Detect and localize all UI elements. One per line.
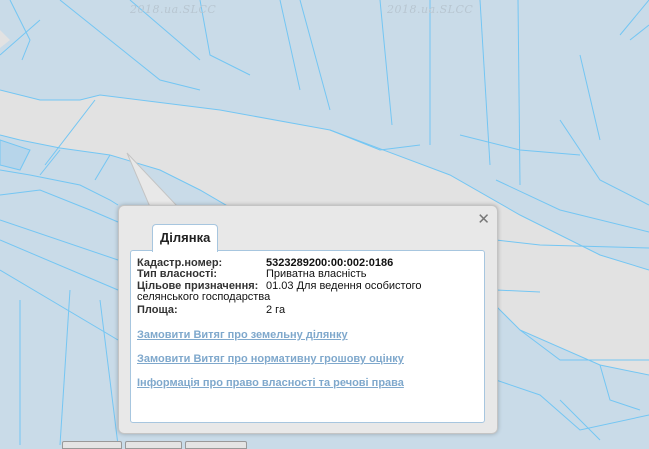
ownership-type-value: Приватна власність	[266, 268, 367, 280]
field-label: Тип власності:	[137, 268, 218, 280]
map-watermark: 2018.ua.SLCC	[387, 3, 474, 16]
ownership-rights-info-link[interactable]: Інформація про право власності та речові…	[137, 377, 404, 389]
order-valuation-extract-link[interactable]: Замовити Витяг про нормативну грошову оц…	[137, 353, 404, 365]
area-value: 2 га	[266, 304, 286, 316]
bottom-toolbar-button[interactable]	[185, 441, 247, 449]
map-watermark: 2018.ua.SLCC	[130, 3, 217, 16]
order-parcel-extract-link[interactable]: Замовити Витяг про земельну ділянку	[137, 329, 348, 341]
parcel-details-panel: Кадастр.номер: 5323289200:00:002:0186 Ти…	[130, 250, 485, 423]
bottom-toolbar-button[interactable]	[125, 441, 182, 449]
close-icon[interactable]: ✕	[477, 210, 490, 228]
bottom-toolbar-button[interactable]	[62, 441, 122, 449]
purpose-value: 01.03 Для ведення особистого селянського…	[137, 280, 422, 303]
field-label: Площа:	[137, 304, 178, 316]
parcel-info-popup: ✕ Ділянка Кадастр.номер: 5323289200:00:0…	[118, 205, 498, 434]
tab-parcel[interactable]: Ділянка	[152, 224, 219, 252]
